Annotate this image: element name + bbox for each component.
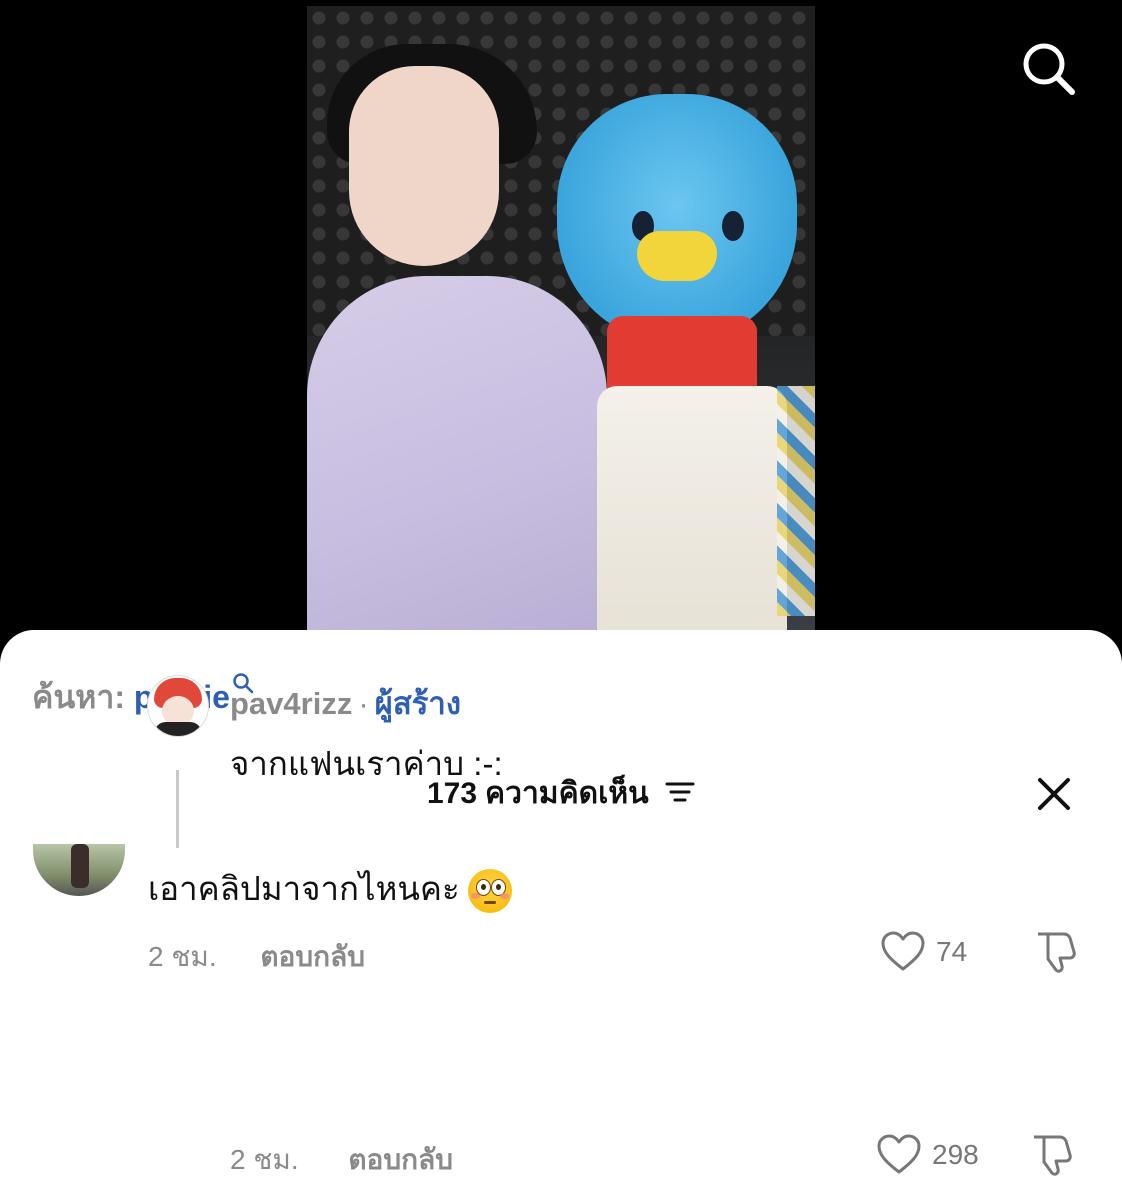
filter-icon[interactable] — [665, 778, 695, 812]
display-pedestal — [597, 386, 787, 630]
comment-body: เอาคลิปมาจากไหนคะ — [148, 870, 460, 907]
avatar[interactable] — [33, 844, 125, 896]
reply-meta: 2 ชม. ตอบกลับ — [230, 1138, 453, 1182]
mascot-eye — [722, 211, 744, 241]
reply-text: จากแฟนเราค่าบ :-: — [230, 745, 503, 782]
flushed-emoji-icon — [467, 869, 512, 914]
video-player[interactable] — [0, 0, 1122, 630]
comments-title: ความคิดเห็น — [485, 777, 649, 810]
reply-author: pav4rizz · ผู้สร้าง — [230, 678, 461, 728]
comments-sheet: ค้นหา: proxie 173ความคิดเห็น เอาคลิปมาจา… — [0, 630, 1122, 1200]
comment-meta: 2 ชม. ตอบกลับ — [148, 935, 365, 979]
comment-time: 2 ชม. — [148, 941, 217, 972]
reply-time: 2 ชม. — [230, 1144, 299, 1175]
thumbs-down-icon — [1038, 932, 1076, 973]
video-frame[interactable] — [307, 6, 815, 630]
doodle-pedestal — [777, 386, 815, 616]
like-count: 74 — [936, 936, 968, 967]
creator-avatar[interactable] — [147, 675, 209, 737]
person-face — [349, 66, 499, 266]
search-button[interactable] — [1018, 38, 1078, 98]
search-suggestion[interactable]: ค้นหา: proxie — [32, 672, 254, 723]
reply-button[interactable]: ตอบกลับ — [348, 1144, 453, 1175]
person-shirt — [307, 276, 607, 630]
like-count: 298 — [932, 1139, 979, 1170]
mascot-beak — [637, 231, 717, 281]
reply-button[interactable]: ตอบกลับ — [260, 941, 365, 972]
reply-username[interactable]: pav4rizz — [230, 686, 352, 721]
close-button[interactable] — [1036, 776, 1072, 812]
search-prefix: ค้นหา: — [32, 679, 125, 715]
comments-header: 173 ความคิดเห็น — [0, 770, 1122, 817]
dislike-button[interactable] — [1030, 1131, 1078, 1181]
thread-line — [176, 770, 179, 848]
separator-dot: · — [358, 686, 369, 721]
like-button[interactable] — [876, 1133, 922, 1179]
creator-badge: ผู้สร้าง — [374, 686, 461, 721]
close-icon — [1038, 778, 1070, 810]
comment-text: เอาคลิปมาจากไหนคะ — [148, 862, 512, 915]
mascot-plush — [557, 94, 797, 344]
heart-icon — [881, 931, 925, 971]
heart-icon — [877, 1134, 921, 1174]
dislike-button[interactable] — [1034, 928, 1082, 978]
thumbs-down-icon — [1034, 1135, 1072, 1176]
search-icon — [1023, 43, 1075, 95]
like-button[interactable] — [880, 930, 926, 976]
